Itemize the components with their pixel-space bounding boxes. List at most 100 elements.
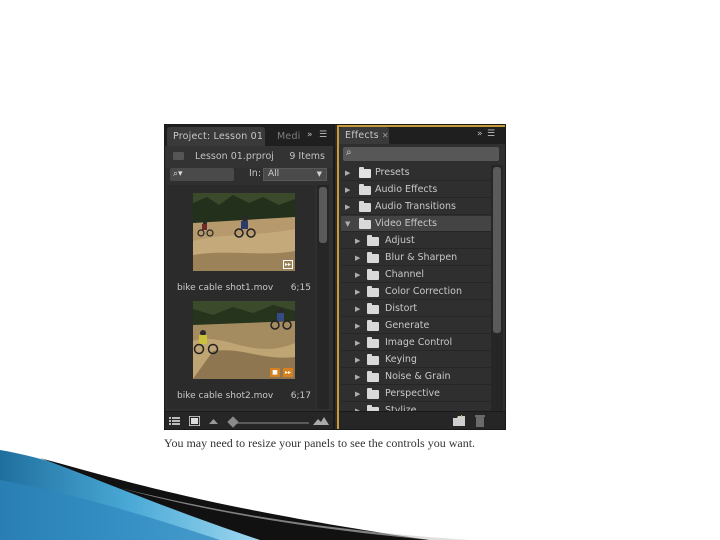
effects-item-label: Audio Effects [375, 184, 438, 195]
new-bin-icon[interactable] [453, 415, 466, 427]
effects-item-channel[interactable]: ▶ Channel [341, 267, 491, 283]
effects-item-label: Image Control [385, 337, 453, 348]
effects-item-image-control[interactable]: ▶ Image Control [341, 335, 491, 351]
effects-item-color-correction[interactable]: ▶ Color Correction [341, 284, 491, 300]
effects-item-distort[interactable]: ▶ Distort [341, 301, 491, 317]
video-audio-badge-icon: ▸▸ [283, 260, 293, 269]
clip-name: bike cable shot1.mov [177, 283, 274, 293]
effects-item-audio-effects[interactable]: ▶ Audio Effects [341, 182, 491, 198]
premiere-screenshot: Project: Lesson 01✕ Medi » ☰ Lesson 01.p… [164, 124, 506, 430]
preset-folder-icon [359, 167, 371, 178]
effects-item-label: Adjust [385, 235, 415, 246]
scrollbar-thumb[interactable] [493, 167, 501, 333]
effects-search-input[interactable]: ⌕ [343, 147, 499, 161]
effects-bottom-bar [339, 411, 505, 429]
effects-item-label: Blur & Sharpen [385, 252, 458, 263]
project-bottom-bar [165, 411, 333, 429]
panel-menu-icon[interactable]: ☰ [319, 130, 327, 140]
effects-item-label: Audio Transitions [375, 201, 456, 212]
item-count: 9 Items [289, 151, 325, 162]
folder-icon [367, 235, 379, 246]
effects-item-label: Noise & Grain [385, 371, 451, 382]
effects-item-noise-grain[interactable]: ▶ Noise & Grain [341, 369, 491, 385]
expand-arrow-icon[interactable]: ▶ [355, 318, 360, 334]
chevron-down-icon: ▼ [316, 170, 322, 178]
expand-arrow-icon[interactable]: ▶ [355, 386, 360, 402]
folder-icon [367, 371, 379, 382]
clip-thumbnail-area: ▸▸ bike cable shot1.mov 6;15 ■ ▸▸ bike c… [167, 185, 315, 409]
tab-media-label: Medi [277, 131, 301, 142]
expand-arrow-icon[interactable]: ▶ [345, 182, 350, 198]
folder-icon [367, 337, 379, 348]
folder-icon [367, 286, 379, 297]
folder-icon [359, 201, 371, 212]
effects-item-label: Presets [375, 167, 410, 178]
project-scrollbar[interactable] [317, 185, 329, 409]
in-filter-select[interactable]: All ▼ [263, 168, 327, 181]
folder-icon [173, 152, 184, 160]
clip-thumbnail[interactable]: ▸▸ [193, 193, 295, 271]
clip-item[interactable]: ▸▸ bike cable shot1.mov 6;15 [167, 191, 315, 301]
project-panel: Project: Lesson 01✕ Medi » ☰ Lesson 01.p… [165, 125, 335, 429]
project-search-row: ⌕▾ In: All ▼ [165, 168, 333, 184]
clip-item[interactable]: ■ ▸▸ bike cable shot2.mov 6;17 [167, 299, 315, 409]
tab-project[interactable]: Project: Lesson 01✕ [167, 127, 265, 146]
video-audio-badge-icon: ▸▸ [283, 368, 293, 377]
scrollbar-thumb[interactable] [319, 187, 327, 243]
effects-item-presets[interactable]: ▶ Presets [341, 165, 491, 181]
expand-arrow-icon[interactable]: ▶ [355, 301, 360, 317]
list-view-icon[interactable] [169, 416, 180, 426]
tab-effects[interactable]: Effects ✕ [339, 127, 389, 144]
icon-view-icon[interactable] [189, 416, 200, 426]
trash-icon[interactable] [475, 415, 485, 427]
effects-item-label: Distort [385, 303, 418, 314]
zoom-out-icon[interactable] [209, 418, 218, 424]
folder-icon [367, 269, 379, 280]
effects-item-label: Keying [385, 354, 417, 365]
effects-panel: Effects ✕ » ☰ ⌕ ▶ Presets ▶ Audio Effects… [337, 125, 505, 429]
panel-menu-icon[interactable]: ☰ [487, 129, 495, 139]
expand-arrow-icon[interactable]: ▶ [355, 369, 360, 385]
expand-arrow-icon[interactable]: ▶ [345, 199, 350, 215]
effects-item-label: Channel [385, 269, 425, 280]
zoom-in-icon[interactable] [313, 415, 329, 425]
double-chevron-icon[interactable]: » [307, 130, 312, 140]
project-tab-bar: Project: Lesson 01✕ Medi » ☰ [165, 125, 333, 146]
zoom-slider-knob[interactable] [227, 416, 239, 428]
effects-item-video-effects[interactable]: ▼ Video Effects [341, 216, 491, 232]
effects-scrollbar[interactable] [491, 165, 503, 413]
folder-icon [359, 184, 371, 195]
expand-arrow-icon[interactable]: ▶ [355, 250, 360, 266]
effects-item-stylize[interactable]: ▶ Stylize [341, 403, 491, 411]
in-filter-value: All [268, 169, 280, 179]
effects-item-generate[interactable]: ▶ Generate [341, 318, 491, 334]
project-info-bar: Lesson 01.prproj 9 Items [165, 146, 333, 168]
effects-item-label: Generate [385, 320, 430, 331]
expand-arrow-icon[interactable]: ▶ [355, 267, 360, 283]
expand-arrow-icon[interactable]: ▶ [355, 284, 360, 300]
effects-item-keying[interactable]: ▶ Keying [341, 352, 491, 368]
tab-media-browser[interactable]: Medi [271, 127, 307, 146]
folder-icon [367, 354, 379, 365]
effects-item-perspective[interactable]: ▶ Perspective [341, 386, 491, 402]
expand-arrow-icon[interactable]: ▶ [345, 165, 350, 181]
clip-thumbnail[interactable]: ■ ▸▸ [193, 301, 295, 379]
effects-item-audio-transitions[interactable]: ▶ Audio Transitions [341, 199, 491, 215]
effects-item-label: Stylize [385, 405, 417, 411]
expand-arrow-icon[interactable]: ▶ [355, 352, 360, 368]
effects-item-blur-sharpen[interactable]: ▶ Blur & Sharpen [341, 250, 491, 266]
project-search-input[interactable]: ⌕▾ [170, 168, 234, 181]
clip-name: bike cable shot2.mov [177, 391, 274, 401]
collapse-arrow-icon[interactable]: ▼ [345, 216, 350, 232]
zoom-slider[interactable] [227, 416, 309, 428]
effects-item-adjust[interactable]: ▶ Adjust [341, 233, 491, 249]
effects-item-label: Color Correction [385, 286, 462, 297]
double-chevron-icon[interactable]: » [477, 129, 482, 139]
mountain-bike-image [193, 193, 295, 271]
close-icon[interactable]: ✕ [382, 131, 389, 140]
slide-caption: You may need to resize your panels to se… [164, 436, 476, 450]
expand-arrow-icon[interactable]: ▶ [355, 233, 360, 249]
in-label: In: [249, 168, 262, 179]
expand-arrow-icon[interactable]: ▶ [355, 403, 360, 411]
expand-arrow-icon[interactable]: ▶ [355, 335, 360, 351]
